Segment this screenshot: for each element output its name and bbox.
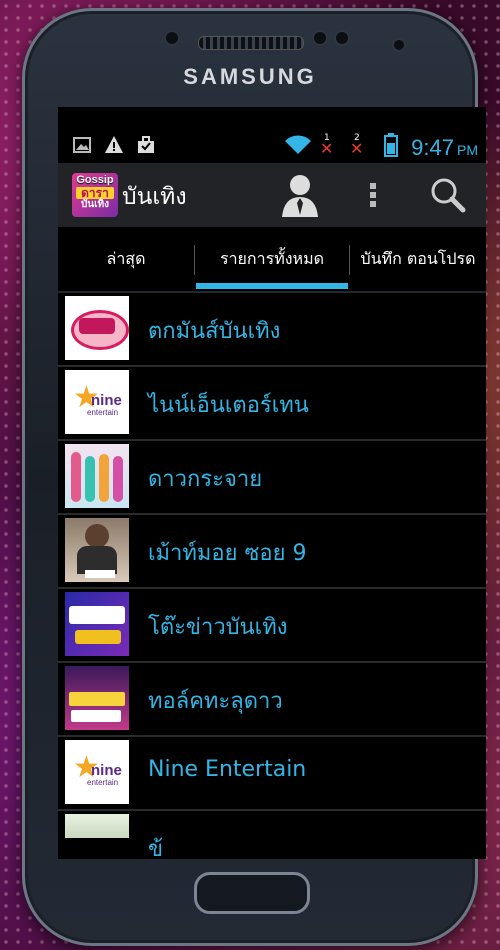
- tab-latest[interactable]: ล่าสุด: [58, 227, 194, 291]
- list-item[interactable]: ตกมันส์บันเทิง: [58, 293, 486, 367]
- search-icon[interactable]: [428, 171, 468, 219]
- action-bar: Gossip ดารา บันเทิง บันเทิง: [58, 163, 486, 227]
- front-camera: [164, 30, 180, 46]
- person-icon[interactable]: [278, 171, 322, 219]
- tab-bar: ล่าสุด รายการทั้งหมด บันทึก ตอนโปรด: [58, 227, 486, 293]
- list-item[interactable]: ดาวกระจาย: [58, 441, 486, 515]
- tab-selected-indicator: [196, 283, 348, 289]
- screen: 1 ✕ 2 ✕ 9:47 PM Gossip ดารา บันเทิง บันเ…: [58, 107, 486, 859]
- program-thumbnail: ★ nine entertain: [65, 740, 129, 804]
- program-title: ตกมันส์บันเทิง: [148, 319, 281, 344]
- status-clock: 9:47 PM: [411, 135, 478, 160]
- list-item[interactable]: โต๊ะข่าวบันเทิง: [58, 589, 486, 663]
- program-title: เม้าท์มอย ซอย 9: [148, 541, 307, 566]
- list-item[interactable]: ★ nine entertain ไนน์เอ็นเตอร์เทน: [58, 367, 486, 441]
- list-item[interactable]: ทอล์คทะลุดาว: [58, 663, 486, 737]
- program-thumbnail: [65, 814, 129, 838]
- program-title: Nine Entertain: [148, 757, 307, 782]
- list-item[interactable]: เม้าท์มอย ซอย 9: [58, 515, 486, 589]
- light-sensor: [334, 30, 350, 46]
- program-thumbnail: [65, 592, 129, 656]
- app-title: บันเทิง: [122, 184, 187, 210]
- home-button[interactable]: [194, 872, 310, 914]
- no-signal-icon: ✕: [350, 139, 364, 158]
- warning-icon: [105, 136, 123, 153]
- phone-frame: SAMSUNG 1 ✕ 2 ✕ 9:47 PM Gossip ดารา บันเ…: [22, 8, 486, 946]
- speaker-grille: [198, 36, 304, 50]
- battery-icon: [384, 133, 398, 157]
- overflow-menu-icon[interactable]: [358, 171, 388, 219]
- program-thumbnail: ★ nine entertain: [65, 370, 129, 434]
- briefcase-icon: [138, 136, 154, 153]
- proximity-sensor: [312, 30, 328, 46]
- tab-saved-favorites[interactable]: บันทึก ตอนโปรด: [350, 227, 486, 291]
- program-title: โต๊ะข่าวบันเทิง: [148, 615, 288, 640]
- sim2-signal: 2 ✕: [350, 133, 364, 158]
- program-title: ไนน์เอ็นเตอร์เทน: [148, 393, 309, 418]
- program-thumbnail: [65, 296, 129, 360]
- no-signal-icon: ✕: [320, 139, 334, 158]
- program-title: ทอล์คทะลุดาว: [148, 689, 283, 714]
- app-icon[interactable]: Gossip ดารา บันเทิง: [72, 173, 118, 217]
- status-bar: 1 ✕ 2 ✕ 9:47 PM: [58, 107, 486, 163]
- sim1-signal: 1 ✕: [320, 133, 334, 158]
- program-thumbnail: [65, 518, 129, 582]
- list-item[interactable]: ข้: [58, 811, 486, 859]
- tab-all-programs[interactable]: รายการทั้งหมด: [195, 227, 349, 291]
- list-item[interactable]: ★ nine entertain Nine Entertain: [58, 737, 486, 811]
- program-title: ดาวกระจาย: [148, 467, 263, 492]
- image-icon: [73, 137, 91, 153]
- brand-logo: SAMSUNG: [183, 64, 317, 89]
- program-thumbnail: [65, 444, 129, 508]
- program-title: ข้: [148, 837, 164, 859]
- program-thumbnail: [65, 666, 129, 730]
- wifi-icon: [285, 135, 311, 154]
- program-list: ตกมันส์บันเทิง ★ nine entertain ไนน์เอ็น…: [58, 293, 486, 859]
- camera-lens: [392, 38, 406, 52]
